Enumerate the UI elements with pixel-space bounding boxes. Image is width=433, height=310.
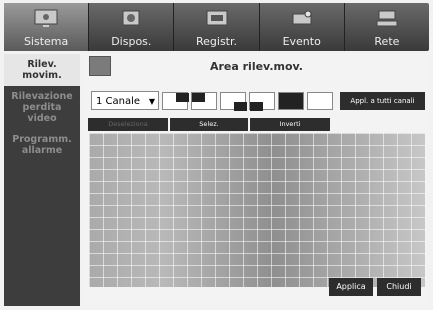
main-panel: Area rilev.mov. 1 Canale ▼ Appl. a tutti… (84, 54, 429, 306)
preset-full-button[interactable] (278, 92, 304, 110)
apply-all-channels-button[interactable]: Appl. a tutti canali (340, 92, 425, 110)
tab-dispos[interactable]: Dispos. (89, 3, 175, 51)
close-button[interactable]: Chiudi (377, 278, 421, 296)
tab-label: Dispos. (111, 35, 152, 48)
sidebar: Rilev. movim. Rilevazione perdita video … (4, 54, 80, 306)
camera-icon (122, 10, 140, 26)
tab-sistema[interactable]: Sistema (4, 3, 90, 51)
rec-icon (206, 10, 227, 26)
motion-grid[interactable] (89, 133, 425, 287)
sidebar-item-motion[interactable]: Rilev. movim. (4, 54, 80, 86)
preset-bottom-right-button[interactable] (220, 92, 247, 111)
preset-fill-icon (250, 102, 263, 111)
sidebar-item-video-loss[interactable]: Rilevazione perdita video (4, 86, 80, 129)
tab-evento[interactable]: Evento (260, 3, 345, 51)
preset-clear-button[interactable] (307, 92, 333, 110)
alarm-icon (292, 10, 312, 25)
network-icon (376, 10, 398, 27)
window-frame: Sistema Dispos. Registr. Evento Rete Ril… (0, 0, 433, 310)
chevron-down-icon: ▼ (148, 97, 155, 106)
sidebar-item-alarm-schedule[interactable]: Programm. allarme (4, 129, 80, 161)
deselect-button[interactable]: Deseleziona (88, 118, 168, 131)
channel-select[interactable]: 1 Canale ▼ (91, 91, 159, 110)
tab-registr[interactable]: Registr. (174, 3, 260, 51)
tab-label: Rete (374, 35, 400, 48)
preset-top-left-button[interactable] (191, 92, 217, 110)
sidebar-item-label: Rilevazione perdita video (11, 91, 73, 124)
tab-label: Registr. (196, 35, 238, 48)
apply-button[interactable]: Applica (329, 278, 373, 296)
grid-lines (89, 133, 425, 287)
preset-fill-icon (176, 93, 189, 102)
preset-fill-icon (234, 102, 247, 111)
preset-bottom-left-button[interactable] (249, 92, 275, 111)
channel-value: 1 Canale (96, 96, 141, 107)
monitor-icon (34, 9, 58, 27)
toolbar: 1 Canale ▼ Appl. a tutti canali (88, 89, 425, 113)
preset-top-right-button[interactable] (162, 92, 189, 110)
select-button[interactable]: Selez. (170, 118, 248, 131)
invert-button[interactable]: Inverti (250, 118, 330, 131)
top-navigation: Sistema Dispos. Registr. Evento Rete (4, 3, 429, 51)
page-title: Area rilev.mov. (209, 60, 303, 73)
tab-label: Sistema (23, 35, 69, 48)
preset-fill-icon (192, 93, 205, 102)
sidebar-item-label: Rilev. movim. (22, 59, 62, 81)
tab-rete[interactable]: Rete (345, 3, 429, 51)
sidebar-item-label: Programm. allarme (12, 134, 72, 156)
tab-label: Evento (282, 35, 321, 48)
